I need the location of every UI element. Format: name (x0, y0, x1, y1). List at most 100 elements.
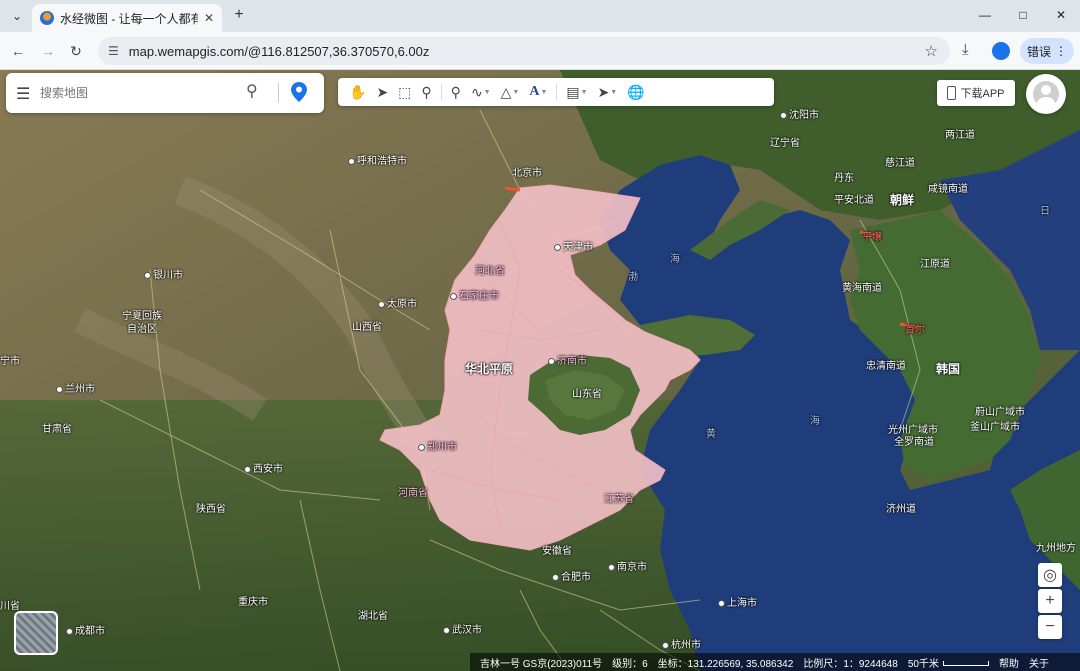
forward-arrow-icon[interactable]: → (38, 41, 58, 61)
label-cijiang: 慈江道 (885, 158, 915, 169)
address-bar-row: ← → ↻ ☰ map.wemapgis.com/@116.812507,36.… (0, 32, 1080, 70)
label-jiuzhou: 九州地方 (1036, 543, 1076, 554)
label-quanluo-nandao: 全罗南道 (894, 437, 934, 448)
label-sea-huang: 黄 (706, 429, 716, 440)
label-liaoning: 辽宁省 (770, 138, 800, 149)
label-sea-bohai-2: 海 (670, 254, 680, 265)
label-pingan-beidao: 平安北道 (834, 195, 874, 206)
label-tianjin: 天津市 (554, 238, 593, 253)
about-link[interactable]: 关于 (1029, 655, 1049, 670)
label-dandong: 丹东 (834, 173, 854, 184)
browser-tab[interactable]: 水经微图 - 让每一个人都有自己 ✕ (32, 4, 222, 32)
site-favicon-icon (40, 11, 54, 25)
label-anhui: 安徽省 (542, 546, 572, 557)
basemap-switch-button[interactable] (14, 611, 58, 655)
minimize-icon[interactable]: — (966, 0, 1004, 30)
scale-distance: 50千米 (908, 655, 989, 670)
label-shenyang: 沈阳市 (780, 106, 819, 121)
satellite-map-image (0, 70, 1080, 671)
scale-label: 比例尺： (803, 658, 844, 670)
hamburger-menu-icon[interactable]: ☰ (16, 84, 30, 104)
label-hefei: 合肥市 (552, 568, 591, 583)
copyright-text: 吉林一号 GS京(2023)011号 (480, 658, 603, 670)
toolbar-divider (556, 83, 558, 101)
label-xian: 西安市 (244, 460, 283, 475)
label-sea-ri: 日 (1040, 206, 1050, 217)
label-pyongyang: 平壤 (862, 232, 882, 243)
download-app-label: 下载APP (960, 88, 1005, 100)
label-jinan: 济南市 (548, 352, 587, 367)
draw-toolbar: ✋ ➤ ⬚ ⚲ ⚲ ∿ ▼ △ ▼ A ▼ ▤ ▼ ➤ ▼ 🌐 (338, 78, 774, 106)
toolbar-divider (440, 83, 442, 101)
label-liangjiang: 两江道 (945, 130, 975, 141)
new-tab-plus-icon[interactable]: + (230, 6, 248, 24)
tab-title: 水经微图 - 让每一个人都有自己 (60, 11, 198, 26)
more-vert-icon: ⋮ (1055, 44, 1067, 58)
zoom-in-button[interactable]: + (1038, 589, 1062, 613)
label-jiangyuan: 江原道 (920, 259, 950, 270)
user-avatar-button[interactable] (1026, 74, 1066, 114)
label-jiangsu: 江苏省 (604, 494, 634, 505)
scale-distance-label: 50千米 (907, 658, 939, 670)
maximize-icon[interactable]: □ (1004, 0, 1042, 30)
label-hebei: 河北省 (475, 266, 505, 277)
label-huanghai-nandao: 黄海南道 (842, 283, 882, 294)
label-ulsan: 蔚山广域市 (975, 407, 1025, 418)
label-chengdu: 成都市 (66, 622, 105, 637)
scale-readout: 比例尺：1：9244648 (803, 655, 898, 670)
marker-icon[interactable]: ⚲ (446, 80, 466, 104)
level-value: 6 (642, 658, 648, 670)
polyline-icon[interactable]: ∿ ▼ (466, 80, 496, 104)
query-pointer-icon[interactable]: ➤ ▼ (593, 80, 623, 104)
label-sichuan: 川省 (0, 601, 20, 612)
hand-icon[interactable]: ✋ (344, 80, 371, 104)
zoom-level-label: 级别：6 (612, 655, 648, 670)
help-link[interactable]: 帮助 (999, 655, 1019, 670)
tab-close-icon[interactable]: ✕ (204, 11, 214, 25)
label-ningxia: 宁夏回族自治区 (122, 311, 162, 335)
box-select-icon[interactable]: ⬚ (393, 80, 416, 104)
search-icon[interactable]: ⚲ (246, 81, 258, 101)
label-shaanxi: 陕西省 (196, 504, 226, 515)
map-canvas[interactable]: 沈阳市 辽宁省 呼和浩特市 北京市 天津市 河北省 石家庄市 太原市 山西省 济… (0, 70, 1080, 671)
error-button[interactable]: 错误 ⋮ (1020, 38, 1074, 64)
download-icon[interactable]: ⤓ (962, 41, 969, 58)
label-lanzhou: 兰州市 (56, 380, 95, 395)
zoom-out-button[interactable]: − (1038, 615, 1062, 639)
map-search-input[interactable] (38, 83, 238, 103)
url-omnibox[interactable]: ☰ map.wemapgis.com/@116.812507,36.370570… (98, 37, 950, 65)
window-close-icon[interactable]: ✕ (1042, 0, 1080, 30)
label-nanjing: 南京市 (608, 558, 647, 573)
avatar-icon (1033, 81, 1059, 107)
site-info-icon[interactable]: ☰ (108, 44, 119, 58)
locate-me-icon[interactable]: ◎ (1038, 563, 1062, 587)
label-sea-bohai: 渤 (628, 272, 638, 283)
globe-icon[interactable]: 🌐 (622, 80, 649, 104)
window-controls: — □ ✕ (966, 0, 1080, 30)
zoom-fit-icon[interactable]: ⚲ (416, 80, 436, 104)
label-yinchuan: 银川市 (144, 266, 183, 281)
bookmark-star-icon[interactable]: ☆ (925, 42, 938, 60)
label-shandong: 山东省 (572, 389, 602, 400)
label-shijiazhuang: 石家庄市 (450, 287, 499, 302)
reload-icon[interactable]: ↻ (66, 41, 86, 61)
label-zhengzhou: 郑州市 (418, 438, 457, 453)
measure-ruler-icon[interactable]: ▤ ▼ (561, 80, 592, 104)
coordinate-readout: 坐标：131.226569, 35.086342 (658, 655, 794, 670)
text-icon[interactable]: A ▼ (524, 80, 552, 104)
level-label: 级别： (612, 658, 643, 670)
profile-icon[interactable] (992, 42, 1010, 60)
select-arrow-icon[interactable]: ➤ (371, 80, 393, 104)
label-taiyuan: 太原市 (378, 295, 417, 310)
polygon-icon[interactable]: △ ▼ (496, 80, 525, 104)
label-henan: 河南省 (398, 488, 428, 499)
tab-search-chevron-icon[interactable]: ⌄ (6, 5, 28, 27)
label-sea-hai: 海 (810, 416, 820, 427)
label-chaoxian: 朝鲜 (890, 193, 915, 207)
label-shanxi: 山西省 (352, 322, 382, 333)
scale-value: 1：9244648 (843, 658, 898, 670)
location-pin-icon[interactable] (291, 82, 307, 102)
back-arrow-icon[interactable]: ← (8, 41, 28, 61)
label-zhongqing-nandao: 忠清南道 (866, 361, 906, 372)
download-app-button[interactable]: 下载APP (937, 80, 1015, 106)
